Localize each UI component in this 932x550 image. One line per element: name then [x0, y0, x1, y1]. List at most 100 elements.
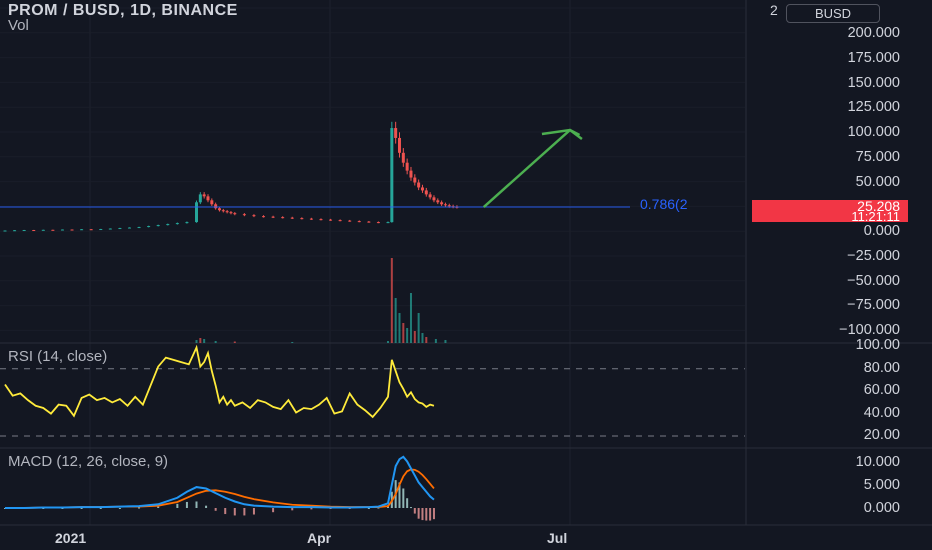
- price-tick-label: −25.000: [847, 247, 900, 264]
- price-tick-label: −75.000: [847, 297, 900, 314]
- price-tick-label: −100.000: [839, 322, 900, 338]
- macd-histogram-bar: [252, 508, 255, 515]
- price-candle: [252, 215, 256, 217]
- price-candle: [166, 224, 170, 226]
- price-candle: [41, 229, 45, 231]
- macd-histogram-bar: [214, 508, 217, 511]
- projection-arrow: [482, 128, 581, 208]
- price-candle: [309, 218, 313, 220]
- price-candle: [348, 220, 352, 222]
- macd-histogram-bar: [205, 505, 208, 508]
- volume-bar: [413, 331, 416, 343]
- price-candle: [386, 222, 390, 224]
- price-candle: [432, 197, 436, 201]
- price-candle: [281, 217, 285, 219]
- macd-histogram-bar: [406, 498, 409, 508]
- price-candle: [440, 202, 444, 205]
- price-candle: [262, 216, 266, 218]
- price-tick-label: 200.000: [847, 25, 900, 41]
- price-candle: [13, 230, 17, 232]
- price-candle: [175, 223, 179, 225]
- price-candle: [428, 194, 432, 198]
- volume-bar: [195, 340, 198, 343]
- volume-bar: [406, 328, 409, 343]
- rsi-label[interactable]: RSI (14, close): [8, 348, 107, 365]
- volume-bar: [214, 341, 217, 343]
- price-candle: [390, 128, 394, 223]
- macd-histogram-bar: [421, 508, 424, 521]
- price-tick-label: −50.000: [847, 272, 900, 289]
- gridlines: [0, 0, 745, 525]
- macd-histogram-bar: [118, 508, 121, 509]
- macd-histogram-bar: [291, 508, 294, 511]
- price-candle: [99, 229, 103, 231]
- volume-bar: [233, 341, 236, 343]
- macd-label[interactable]: MACD (12, 26, close, 9): [8, 453, 168, 470]
- price-tick-label: 50.000: [855, 173, 900, 190]
- rsi-tick-label: 100.00: [855, 337, 900, 354]
- volume-bar: [444, 340, 447, 343]
- volume-bar: [203, 339, 206, 343]
- macd-tick-label: 5.000: [863, 476, 900, 493]
- price-candle: [210, 200, 214, 205]
- price-candle: [127, 227, 131, 229]
- scale-marker: 2: [770, 2, 778, 18]
- price-candle: [271, 216, 275, 218]
- volume-bar: [434, 339, 437, 343]
- price-candle: [147, 226, 151, 228]
- volume-bar: [409, 293, 412, 343]
- price-candle: [319, 219, 323, 221]
- volume-label: Vol: [8, 17, 29, 34]
- price-candle: [443, 204, 447, 206]
- price-candle: [118, 228, 122, 230]
- price-candle: [409, 170, 413, 178]
- price-candle: [22, 230, 26, 232]
- time-tick-label: Jul: [547, 530, 568, 546]
- price-candle: [397, 137, 401, 153]
- symbol-title[interactable]: PROM / BUSD, 1D, BINANCE: [8, 2, 238, 20]
- currency-badge[interactable]: BUSD: [786, 4, 880, 23]
- bar-countdown: 11:21:11: [851, 209, 900, 224]
- macd-histogram-bar: [367, 508, 370, 509]
- macd-histogram-bar: [432, 508, 435, 520]
- macd-histogram-bar: [417, 508, 420, 519]
- macd-tick-label: 10.000: [855, 453, 900, 470]
- macd-histogram-bar: [429, 508, 432, 521]
- macd-histogram-bar: [233, 508, 236, 516]
- price-candle: [185, 222, 189, 224]
- rsi-panel[interactable]: [0, 344, 745, 437]
- macd-histogram-bar: [243, 508, 246, 516]
- volume-bar: [421, 333, 424, 343]
- price-candle: [108, 228, 112, 230]
- price-candle: [3, 230, 7, 232]
- price-candle: [195, 202, 198, 223]
- volume-bar: [291, 342, 294, 343]
- macd-tick-label: 0.000: [863, 500, 900, 516]
- price-candle: [338, 220, 342, 222]
- price-candle: [329, 219, 333, 221]
- volume-bar: [402, 323, 405, 343]
- price-candle: [300, 218, 304, 220]
- volume-bar: [199, 338, 202, 343]
- price-candle: [214, 204, 218, 209]
- volume-bar: [394, 298, 397, 343]
- volume-bar: [387, 341, 389, 343]
- rsi-tick-label: 40.00: [863, 404, 900, 421]
- fib-level-label: 0.786(2: [640, 196, 688, 212]
- price-candle: [221, 210, 225, 212]
- price-candle: [290, 217, 294, 219]
- price-candle: [70, 229, 74, 231]
- price-candle: [424, 190, 428, 195]
- volume-bar: [417, 313, 420, 343]
- price-candle: [60, 229, 64, 231]
- price-candle: [202, 194, 206, 197]
- price-candle: [233, 213, 237, 215]
- price-candle: [447, 205, 451, 207]
- macd-histogram-bar: [185, 501, 188, 508]
- price-panel[interactable]: [0, 121, 630, 232]
- price-candle: [367, 221, 371, 223]
- macd-histogram-bar: [195, 501, 198, 508]
- macd-histogram-bar: [99, 508, 102, 509]
- macd-histogram-bar: [425, 508, 428, 521]
- macd-signal-line: [5, 468, 435, 509]
